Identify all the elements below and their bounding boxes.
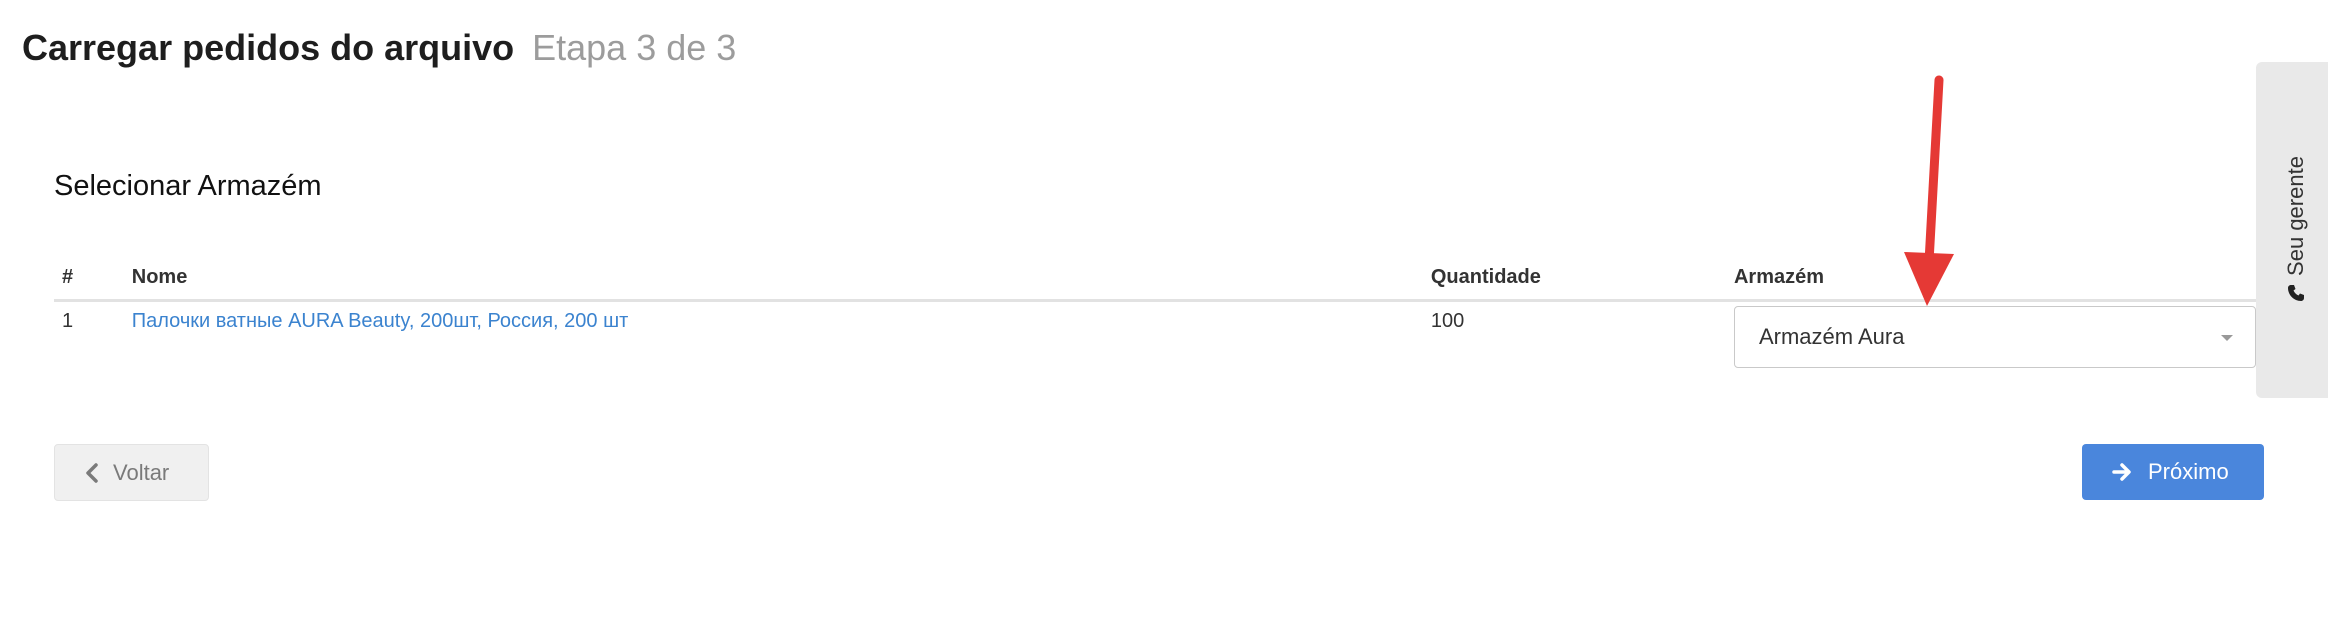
manager-tab-label: Seu gerente [2283,156,2308,276]
row-index: 1 [62,309,74,332]
section-title: Selecionar Armazém [54,170,322,202]
chevron-left-icon [85,462,99,483]
phone-icon [2287,282,2305,308]
row-quantity: 100 [1430,309,1465,332]
back-button-label: Voltar [113,459,170,485]
column-header-name: Nome [123,256,1423,302]
row-name-cell: Палочки ватные AURA Beauty, 200шт, Росси… [124,300,1423,378]
page: Carregar pedidos do arquivo Etapa 3 de 3… [0,0,2328,634]
table-row: 1 Палочки ватные AURA Beauty, 200шт, Рос… [54,300,2256,378]
next-button-label: Próximo [2148,459,2229,484]
column-header-quantity: Quantidade [1422,256,1726,302]
row-warehouse-cell: Armazém Aura [1726,300,2256,378]
page-title-main: Carregar pedidos do arquivo [22,27,515,68]
arrow-right-icon [2112,462,2132,482]
column-header-warehouse: Armazém [1725,256,2256,302]
caret-down-icon [2220,334,2233,341]
warehouse-select[interactable]: Armazém Aura [1733,305,2256,368]
table-header-row: # Nome Quantidade Armazém [54,256,2256,302]
back-button[interactable]: Voltar [54,444,209,501]
page-title: Carregar pedidos do arquivo Etapa 3 de 3 [22,24,736,72]
step-indicator: Etapa 3 de 3 [532,27,737,68]
product-link[interactable]: Палочки ватные AURA Beauty, 200шт, Росси… [132,310,629,332]
manager-side-tab[interactable]: Seu gerente [2256,62,2328,398]
column-header-index: # [54,256,124,302]
next-button[interactable]: Próximo [2082,444,2264,500]
items-table: # Nome Quantidade Armazém 1 Палочки ватн… [54,256,2256,378]
warehouse-select-value: Armazém Aura [1758,323,1905,349]
